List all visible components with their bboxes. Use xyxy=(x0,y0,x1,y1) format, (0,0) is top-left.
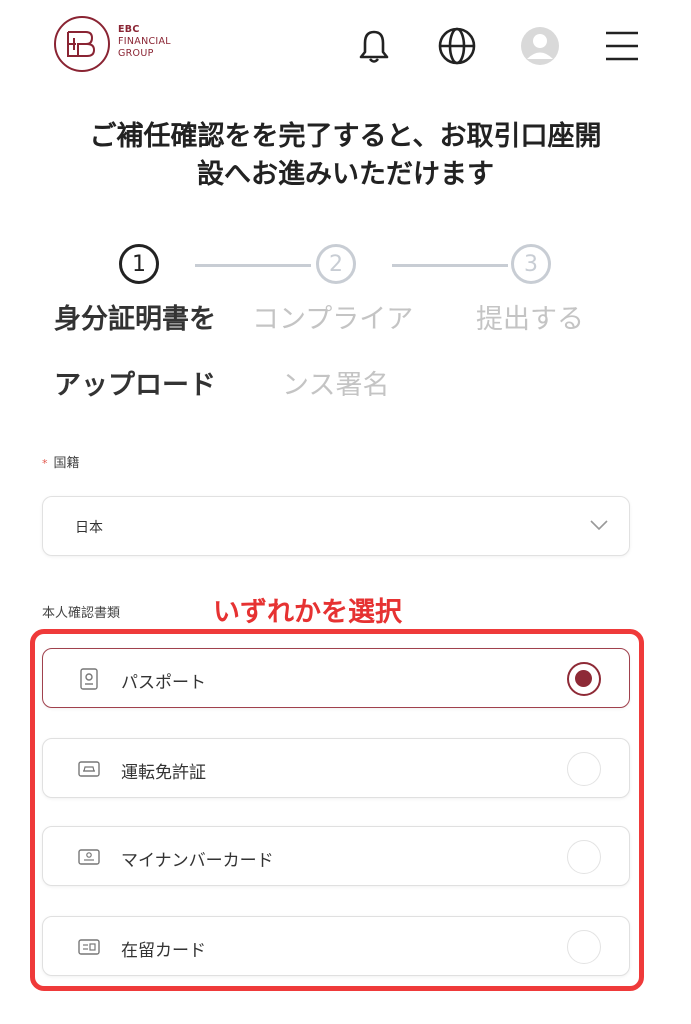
step-connector-1 xyxy=(195,264,311,267)
step-2-label-line-2: ンス署名 xyxy=(282,370,390,401)
option-drivers-license[interactable]: 運転免許証 xyxy=(42,738,630,798)
residence-card-icon xyxy=(77,935,101,959)
selection-hint: いずれかを選択 xyxy=(213,597,402,628)
option-drivers-license-label: 運転免許証 xyxy=(121,763,206,783)
passport-icon xyxy=(77,667,101,691)
option-passport-label: パスポート xyxy=(121,673,206,693)
nationality-value: 日本 xyxy=(75,520,103,536)
page-title: ご補任確認をを完了すると、お取引口座開 設へお進みいただけます xyxy=(0,118,691,194)
nationality-label: * 国籍 xyxy=(42,452,80,471)
step-connector-2 xyxy=(392,264,508,267)
page-title-line-2: 設へお進みいただけます xyxy=(197,159,494,190)
option-my-number-card-radio[interactable] xyxy=(567,840,601,874)
option-drivers-license-radio[interactable] xyxy=(567,752,601,786)
user-avatar-icon[interactable] xyxy=(518,24,562,68)
step-3-label-line-1: 提出する xyxy=(476,304,584,335)
step-1-label-line-1: 身分証明書を xyxy=(54,304,216,335)
option-passport[interactable]: パスポート xyxy=(42,648,630,708)
nationality-label-text: 国籍 xyxy=(53,456,80,471)
id-card-icon xyxy=(77,845,101,869)
step-2-label: コンプライア ンス署名 xyxy=(252,287,413,419)
logo-mark[interactable] xyxy=(52,14,112,74)
step-1-label: 身分証明書を アップロード xyxy=(54,287,216,419)
page-title-line-1: ご補任確認をを完了すると、お取引口座開 xyxy=(89,121,602,152)
required-mark: * xyxy=(42,457,48,470)
logo-line-1: EBC xyxy=(118,24,140,35)
option-residence-card[interactable]: 在留カード xyxy=(42,916,630,976)
step-3-label: 提出する xyxy=(476,287,584,353)
logo-line-3: GROUP xyxy=(118,48,154,59)
logo-text: EBC FINANCIAL GROUP xyxy=(118,24,171,60)
option-my-number-card[interactable]: マイナンバーカード xyxy=(42,826,630,886)
step-1-label-line-2: アップロード xyxy=(54,370,216,401)
menu-icon[interactable] xyxy=(600,24,644,68)
nationality-select[interactable]: 日本 xyxy=(42,496,630,556)
option-passport-radio[interactable] xyxy=(567,662,601,696)
step-1-circle: 1 xyxy=(119,244,159,284)
option-my-number-card-label: マイナンバーカード xyxy=(121,851,274,871)
option-residence-card-radio[interactable] xyxy=(567,930,601,964)
id-type-label: 本人確認書類 xyxy=(42,606,121,621)
bell-icon[interactable] xyxy=(352,24,396,68)
step-2-circle: 2 xyxy=(316,244,356,284)
globe-icon[interactable] xyxy=(435,24,479,68)
step-3-circle: 3 xyxy=(511,244,551,284)
chevron-down-icon xyxy=(589,517,609,536)
car-icon xyxy=(77,757,101,781)
step-2-label-line-1: コンプライア xyxy=(252,304,414,335)
option-residence-card-label: 在留カード xyxy=(121,941,206,961)
logo-line-2: FINANCIAL xyxy=(118,36,171,47)
